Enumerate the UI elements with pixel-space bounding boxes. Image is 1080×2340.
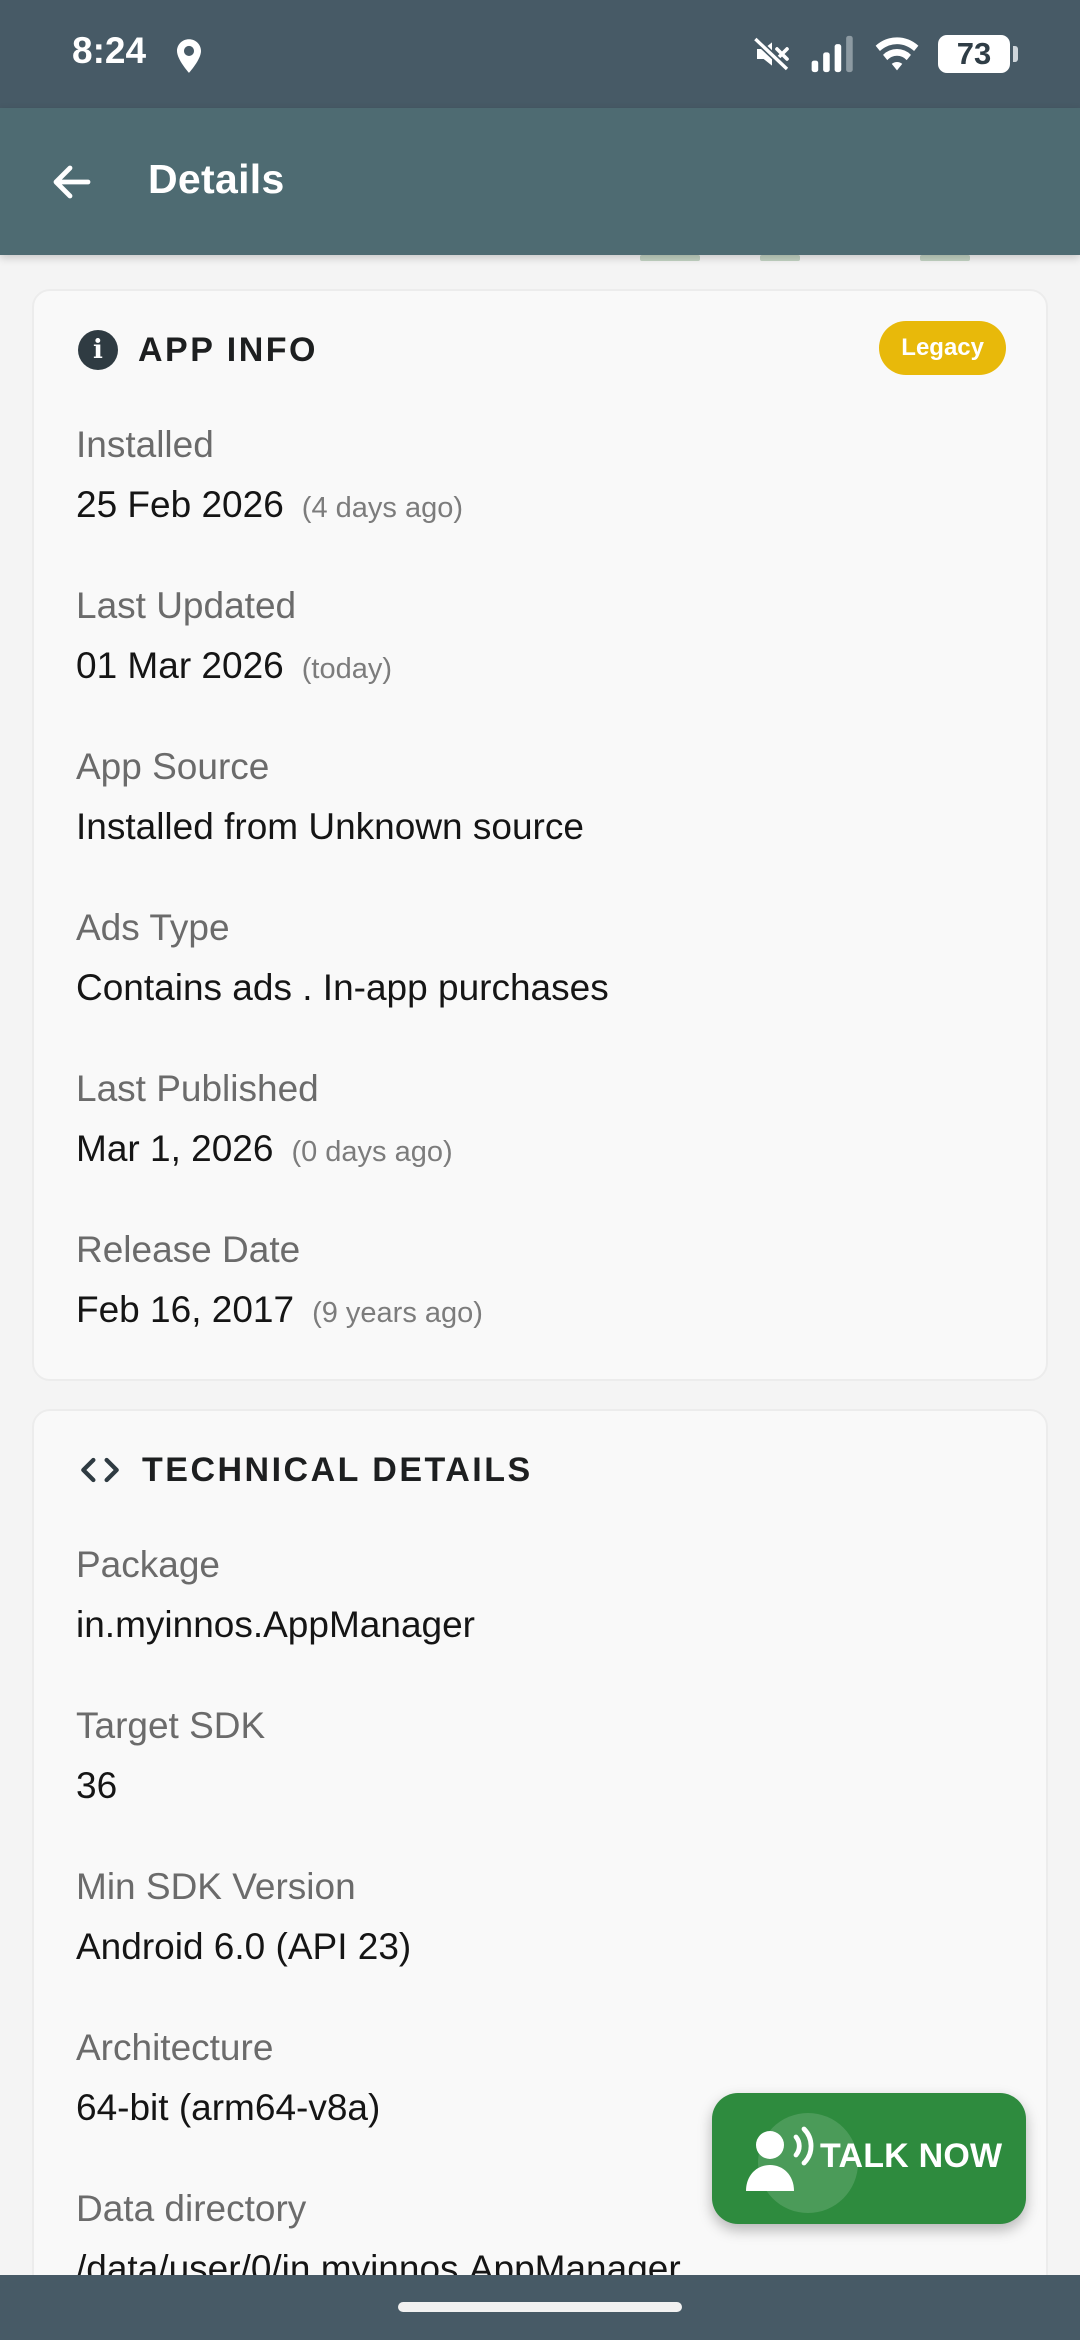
status-bar: 8:24 73 [0, 0, 1080, 108]
voice-speaker-icon [746, 2126, 814, 2191]
row-value: Contains ads . In-app purchases [76, 958, 1006, 1018]
app-info-header: i APP INFO [78, 325, 318, 375]
row-value-text: Contains ads . In-app purchases [76, 967, 609, 1008]
row-label: Target SDK [76, 1705, 266, 1746]
row-value-relative: (0 days ago) [291, 1136, 453, 1168]
row-value: Installed from Unknown source [76, 797, 1006, 857]
home-gesture-handle[interactable] [398, 2302, 682, 2312]
row-label: Release Date [76, 1229, 301, 1270]
row-label: Installed [76, 424, 214, 465]
technical-details-title: TECHNICAL DETAILS [142, 1450, 533, 1489]
app-info-rows: Installed 25 Feb 2026 (4 days ago) Last U… [76, 421, 1006, 1387]
info-row-installed: Installed 25 Feb 2026 (4 days ago) [76, 421, 1006, 582]
row-value-relative: (4 days ago) [301, 492, 463, 524]
row-value-text: Installed from Unknown source [76, 806, 584, 847]
legacy-badge: Legacy [879, 321, 1006, 375]
row-value: 01 Mar 2026 (today) [76, 636, 1006, 699]
tech-row-target-sdk: Target SDK 36 [76, 1702, 1006, 1863]
status-icons: 73 [752, 30, 1018, 78]
location-icon [177, 39, 201, 73]
row-value: in.myinnos.AppManager [76, 1604, 475, 1645]
app-bar: Details [0, 108, 1080, 255]
back-button[interactable] [42, 152, 102, 212]
row-label: Last Published [76, 1068, 319, 1109]
tech-row-package: Package in.myinnos.AppManager [76, 1541, 1006, 1702]
row-label: Package [76, 1544, 220, 1585]
info-icon: i [78, 330, 118, 370]
row-label: Ads Type [76, 907, 230, 948]
code-icon [81, 1457, 119, 1483]
talk-now-label: TALK NOW [820, 2137, 1003, 2175]
row-value-text: 25 Feb 2026 [76, 484, 284, 525]
info-row-release-date: Release Date Feb 16, 2017 (9 years ago) [76, 1226, 1006, 1387]
tech-row-min-sdk: Min SDK Version Android 6.0 (API 23) [76, 1863, 1006, 2024]
row-value: Feb 16, 2017 (9 years ago) [76, 1280, 1006, 1343]
wifi-icon [875, 37, 919, 71]
row-value-text: 01 Mar 2026 [76, 645, 284, 686]
row-label: App Source [76, 746, 270, 787]
row-label: Architecture [76, 2027, 274, 2068]
page-title: Details [148, 156, 285, 202]
row-value-text: Mar 1, 2026 [76, 1128, 274, 1169]
row-value: 25 Feb 2026 (4 days ago) [76, 475, 1006, 538]
app-info-title: APP INFO [138, 330, 318, 369]
info-row-ads-type: Ads Type Contains ads . In-app purchases [76, 904, 1006, 1065]
signal-icon [811, 35, 853, 73]
technical-details-header: TECHNICAL DETAILS [78, 1445, 533, 1495]
row-value-relative: (today) [301, 653, 393, 685]
navigation-bar [0, 2275, 1080, 2340]
row-value: 36 [76, 1765, 118, 1806]
row-value: Android 6.0 (API 23) [76, 1926, 412, 1967]
details-scroll-area[interactable]: i APP INFO Legacy Installed 25 Feb 2026 (… [0, 255, 1080, 2275]
previous-content-edge [0, 255, 1080, 269]
mute-icon [753, 36, 790, 72]
screen: 8:24 73 Details i APP INFO Legacy Instal… [0, 0, 1080, 2340]
arrow-left-icon [53, 165, 91, 199]
battery-icon: 73 [938, 35, 1018, 73]
row-value-text: Feb 16, 2017 [76, 1289, 295, 1330]
row-label: Last Updated [76, 585, 297, 626]
talk-now-button[interactable]: TALK NOW [712, 2093, 1026, 2224]
row-value-relative: (9 years ago) [312, 1297, 483, 1329]
info-row-last-updated: Last Updated 01 Mar 2026 (today) [76, 582, 1006, 743]
row-value: /data/user/0/in.myinnos.AppManager [76, 2248, 681, 2275]
info-row-last-published: Last Published Mar 1, 2026 (0 days ago) [76, 1065, 1006, 1226]
row-label: Min SDK Version [76, 1866, 356, 1907]
app-info-card: i APP INFO Legacy Installed 25 Feb 2026 (… [32, 289, 1048, 1381]
status-time: 8:24 [72, 30, 147, 71]
info-row-app-source: App Source Installed from Unknown source [76, 743, 1006, 904]
row-value: Mar 1, 2026 (0 days ago) [76, 1119, 1006, 1182]
